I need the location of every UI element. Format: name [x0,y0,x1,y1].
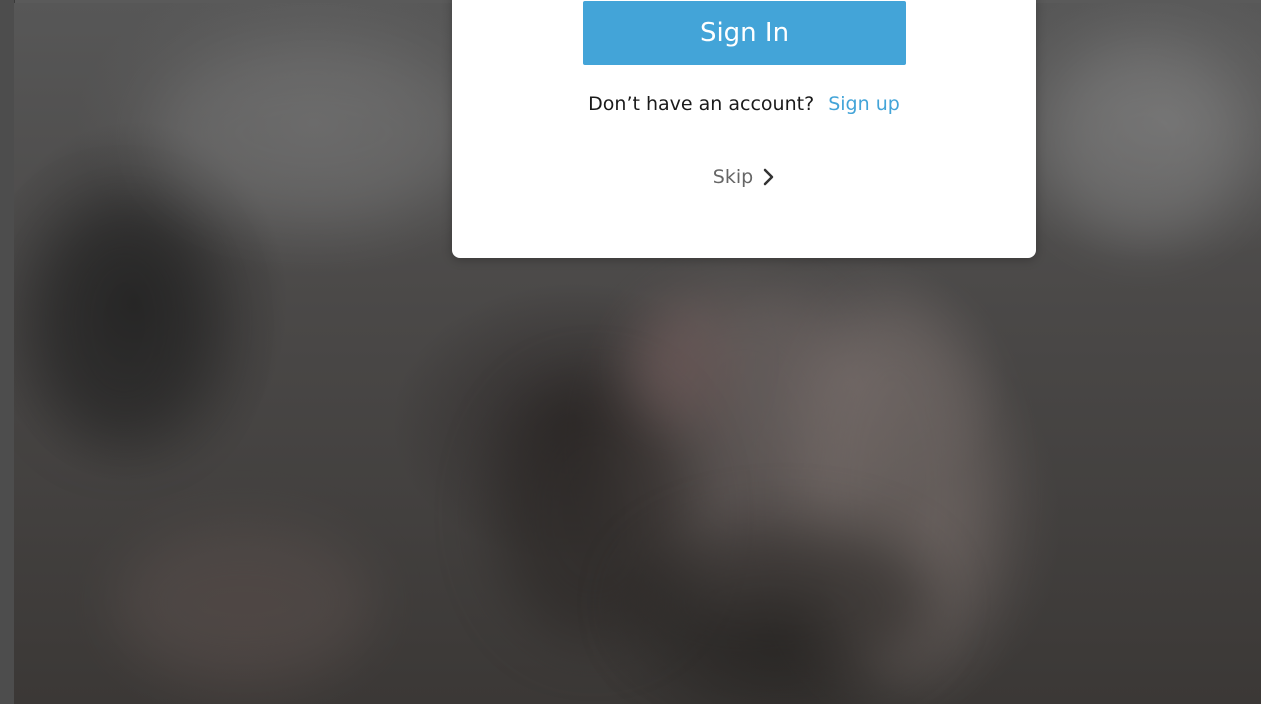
sign-up-link[interactable]: Sign up [828,93,900,115]
skip-row: Skip [452,166,1036,188]
sign-up-prompt-row: Don’t have an account? Sign up [452,93,1036,115]
sign-in-dialog: Sign In Don’t have an account? Sign up S… [452,0,1036,258]
skip-button[interactable]: Skip [713,166,775,188]
chevron-right-icon [763,168,774,186]
app-window: Sign In Don’t have an account? Sign up S… [0,0,1261,704]
account-prompt-text: Don’t have an account? [588,93,815,115]
left-edge [0,0,15,704]
sign-in-button[interactable]: Sign In [583,1,906,65]
skip-label: Skip [712,166,754,188]
